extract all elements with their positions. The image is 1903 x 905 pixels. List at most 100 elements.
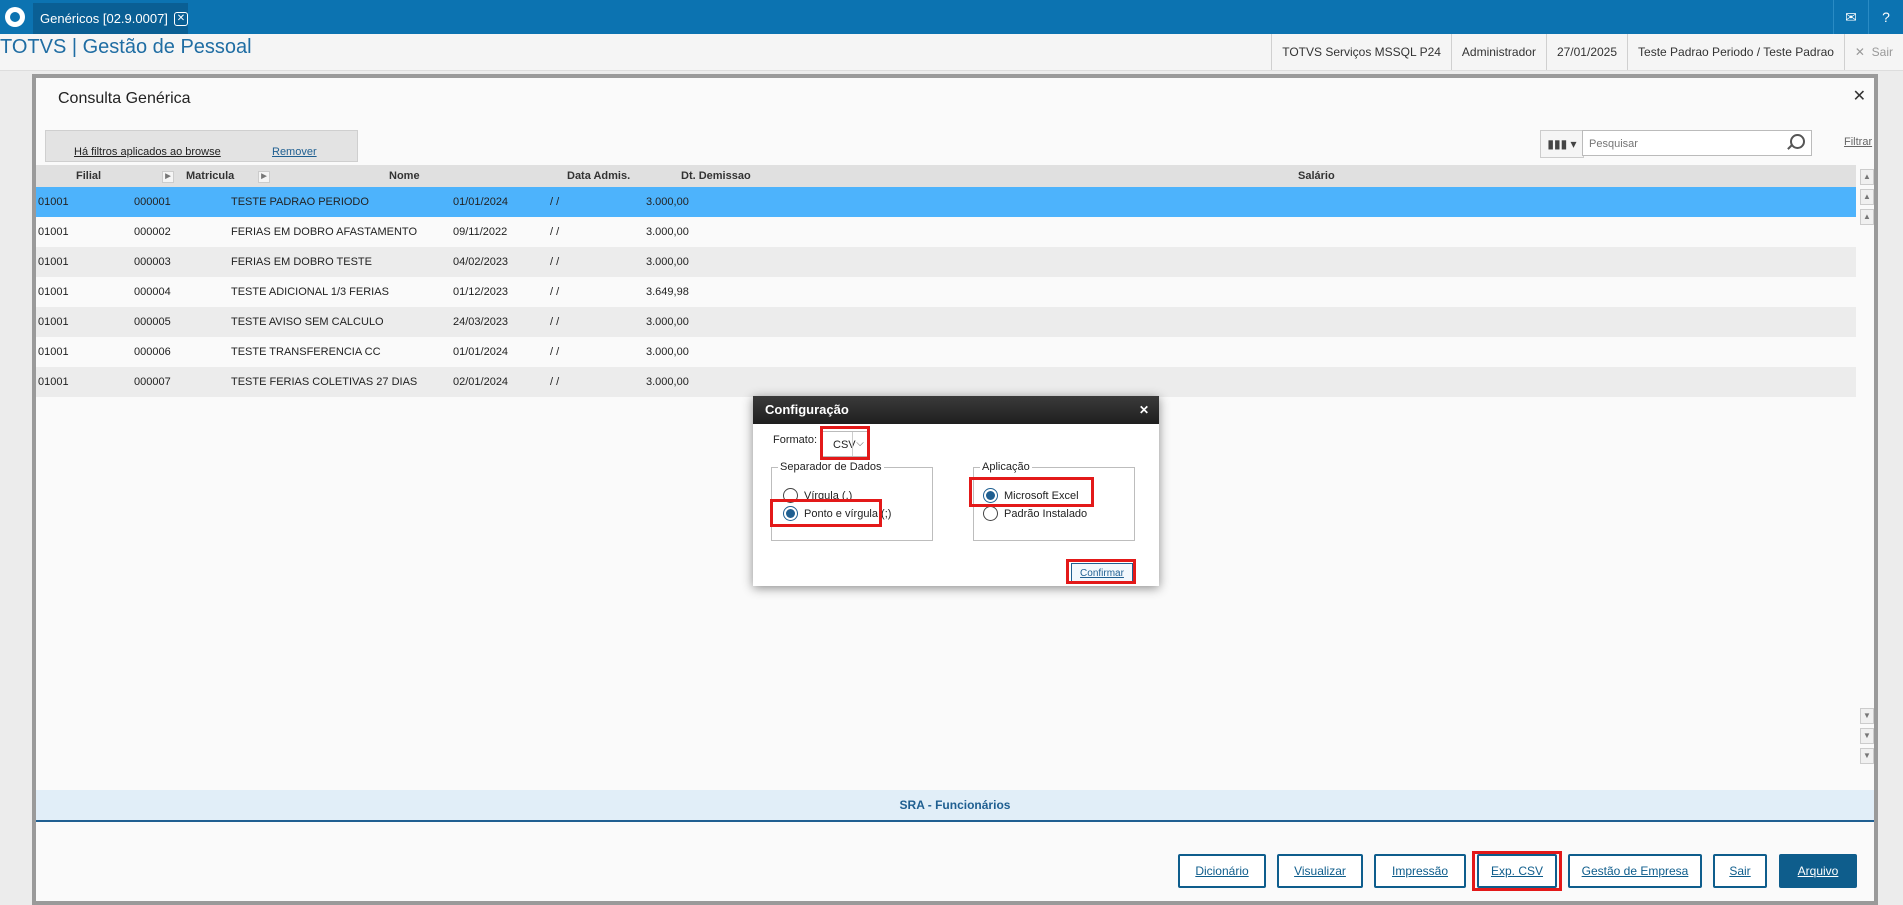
cell-admis: 01/12/2023 <box>453 286 509 298</box>
cell-filial: 01001 <box>38 196 69 208</box>
separador-legend: Separador de Dados <box>780 461 882 473</box>
columns-button[interactable]: ▮▮▮ ▾ <box>1540 130 1584 158</box>
tab-label: Genéricos [02.9.0007] <box>40 11 168 26</box>
window-close-icon[interactable]: ✕ <box>1853 86 1866 106</box>
cell-admis: 09/11/2022 <box>453 226 508 238</box>
search-box <box>1582 130 1812 156</box>
configuracao-dialog: Configuração ✕ Formato: CSV ⌵ Separador … <box>753 396 1159 586</box>
scroll-bottom-icon[interactable]: ▼ <box>1860 748 1874 764</box>
remove-filters-link[interactable]: Remover <box>272 146 317 158</box>
col-matricula[interactable]: Matricula <box>186 170 234 182</box>
dialog-titlebar: Configuração ✕ <box>753 396 1159 424</box>
col-nome[interactable]: Nome <box>389 170 420 182</box>
aplicacao-legend: Aplicação <box>982 461 1030 473</box>
cell-salario: 3.000,00 <box>646 226 689 238</box>
col-filial[interactable]: Filial <box>76 170 101 182</box>
radio-icon <box>983 506 998 521</box>
col-arrow-icon[interactable]: ▶ <box>258 171 270 183</box>
table-alias-label: SRA - Funcionários <box>36 790 1874 822</box>
col-arrow-icon[interactable]: ▶ <box>162 171 174 183</box>
app-header: TOTVS | Gestão de Pessoal TOTVS Serviços… <box>0 34 1903 71</box>
scroll-down-icon[interactable]: ▼ <box>1860 708 1874 724</box>
scroll-page-up-icon[interactable]: ▲ <box>1860 189 1874 205</box>
totvs-logo-icon[interactable] <box>0 0 30 34</box>
sair-button[interactable]: Sair <box>1713 854 1767 888</box>
impressao-button[interactable]: Impressão <box>1374 854 1466 888</box>
cell-admis: 24/03/2023 <box>453 316 509 328</box>
table-row[interactable]: 01001 000007 TESTE FERIAS COLETIVAS 27 D… <box>36 367 1856 397</box>
exit-label: Sair <box>1871 45 1893 59</box>
cell-nome: FERIAS EM DOBRO AFASTAMENTO <box>231 226 418 238</box>
cell-nome: TESTE AVISO SEM CALCULO <box>231 316 384 328</box>
cell-matricula: 000004 <box>134 286 171 298</box>
cell-salario: 3.000,00 <box>646 256 689 268</box>
cell-filial: 01001 <box>38 316 69 328</box>
radio-padrao-label: Padrão Instalado <box>1004 507 1088 520</box>
cell-filial: 01001 <box>38 286 69 298</box>
cell-matricula: 000006 <box>134 346 171 358</box>
arquivo-button[interactable]: Arquivo <box>1779 854 1857 888</box>
cell-nome: TESTE FERIAS COLETIVAS 27 DIAS <box>231 376 418 388</box>
help-icon[interactable]: ? <box>1868 0 1903 34</box>
cell-salario: 3.000,00 <box>646 196 689 208</box>
environment-info: Teste Padrao Periodo / Teste Padrao <box>1627 34 1844 70</box>
close-icon: ✕ <box>1854 45 1865 59</box>
table-row[interactable]: 01001 000003 FERIAS EM DOBRO TESTE 04/02… <box>36 247 1856 277</box>
cell-salario: 3.000,00 <box>646 316 689 328</box>
filter-link[interactable]: Filtrar <box>1844 136 1872 148</box>
formato-label: Formato: <box>773 434 818 446</box>
radio-padrao-instalado[interactable]: Padrão Instalado <box>983 506 1087 521</box>
cell-demissao: / / <box>550 196 560 208</box>
grid-body: 01001 000001 TESTE PADRAO PERIODO 01/01/… <box>36 187 1856 397</box>
visualizar-button[interactable]: Visualizar <box>1277 854 1363 888</box>
cell-filial: 01001 <box>38 226 69 238</box>
highlight-box <box>969 477 1094 507</box>
cell-admis: 02/01/2024 <box>453 376 509 388</box>
tab-close-icon[interactable]: ✕ <box>173 11 188 26</box>
table-row[interactable]: 01001 000005 TESTE AVISO SEM CALCULO 24/… <box>36 307 1856 337</box>
highlight-box <box>1472 851 1562 891</box>
tab-genericos[interactable]: Genéricos [02.9.0007] ✕ <box>33 3 188 34</box>
highlight-box <box>1066 559 1136 584</box>
cell-nome: TESTE PADRAO PERIODO <box>231 196 369 208</box>
col-dt-demissao[interactable]: Dt. Demissao <box>681 170 751 182</box>
cell-admis: 01/01/2024 <box>453 196 509 208</box>
cell-matricula: 000005 <box>134 316 171 328</box>
user-info: Administrador <box>1450 34 1546 70</box>
exit-link[interactable]: ✕ Sair <box>1843 34 1903 70</box>
dialog-title: Configuração <box>765 402 849 417</box>
cell-demissao: / / <box>550 376 560 388</box>
cell-matricula: 000002 <box>134 226 171 238</box>
cell-filial: 01001 <box>38 376 69 388</box>
scroll-up-icon[interactable]: ▲ <box>1860 209 1874 225</box>
cell-demissao: / / <box>550 346 560 358</box>
scroll-page-down-icon[interactable]: ▼ <box>1860 728 1874 744</box>
table-row[interactable]: 01001 000006 TESTE TRANSFERENCIA CC 01/0… <box>36 337 1856 367</box>
filter-notice: Há filtros aplicados ao browse Remover <box>45 130 358 162</box>
table-row[interactable]: 01001 000002 FERIAS EM DOBRO AFASTAMENTO… <box>36 217 1856 247</box>
cell-matricula: 000001 <box>134 196 171 208</box>
table-row[interactable]: 01001 000001 TESTE PADRAO PERIODO 01/01/… <box>36 187 1856 217</box>
scroll-top-icon[interactable]: ▲ <box>1860 169 1874 185</box>
date-info: 27/01/2025 <box>1545 34 1627 70</box>
filters-applied-link[interactable]: Há filtros aplicados ao browse <box>74 146 221 158</box>
table-row[interactable]: 01001 000004 TESTE ADICIONAL 1/3 FERIAS … <box>36 277 1856 307</box>
col-salario[interactable]: Salário <box>1298 170 1335 182</box>
gestao-empresa-button[interactable]: Gestão de Empresa <box>1568 854 1702 888</box>
top-bar: Genéricos [02.9.0007] ✕ ✉ ? <box>0 0 1903 34</box>
cell-filial: 01001 <box>38 256 69 268</box>
search-icon[interactable] <box>1790 134 1805 149</box>
cell-salario: 3.000,00 <box>646 346 689 358</box>
window-title: Consulta Genérica <box>58 90 191 107</box>
grid-scrollbar[interactable]: ▲ ▲ ▲ ▼ ▼ ▼ <box>1860 165 1874 768</box>
mail-icon[interactable]: ✉ <box>1833 0 1868 34</box>
cell-salario: 3.000,00 <box>646 376 689 388</box>
cell-demissao: / / <box>550 316 560 328</box>
search-input[interactable] <box>1587 132 1781 156</box>
col-data-admis[interactable]: Data Admis. <box>567 170 630 182</box>
dialog-close-icon[interactable]: ✕ <box>1139 396 1149 424</box>
cell-admis: 01/01/2024 <box>453 346 509 358</box>
highlight-box <box>820 426 870 460</box>
cell-salario: 3.649,98 <box>646 286 689 298</box>
dicionario-button[interactable]: Dicionário <box>1178 854 1266 888</box>
